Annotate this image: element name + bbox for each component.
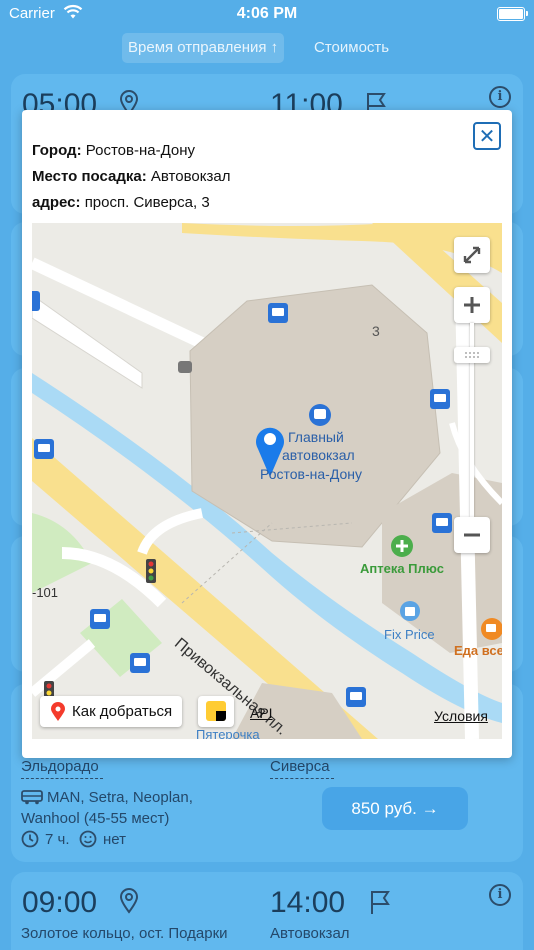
trip-duration: 7 ч. — [45, 831, 70, 848]
sort-departure-button[interactable]: Время отправления ↑ — [122, 33, 285, 63]
building-number: 3 — [372, 323, 380, 339]
zoom-in-button[interactable] — [454, 287, 490, 323]
place-line: Место посадка: Автовокзал — [32, 168, 230, 185]
address-value: просп. Сиверса, 3 — [84, 194, 210, 211]
shop-label: Пятерочка — [196, 727, 260, 739]
info-icon[interactable]: i — [489, 86, 511, 108]
station-name-line3: Ростов-на-Дону — [260, 466, 362, 482]
station-name-line2: автовокзал — [282, 447, 355, 463]
smile-icon — [79, 830, 97, 853]
zoom-out-button[interactable] — [454, 517, 490, 553]
bus-icon — [21, 789, 43, 810]
terms-link[interactable]: Условия — [434, 708, 488, 724]
sort-price-button[interactable]: Стоимость — [308, 33, 395, 63]
route-button[interactable]: Как добраться — [40, 696, 183, 727]
arrive-stop: Автовокзал — [270, 925, 350, 942]
flag-icon — [369, 889, 391, 920]
location-pin-icon — [119, 888, 139, 919]
arrive-stop: Сиверса — [270, 758, 330, 775]
api-link[interactable]: API — [250, 705, 273, 721]
location-modal: ✕ Город: Ростов-на-Дону Место посадка: А… — [22, 110, 512, 758]
battery-icon — [497, 7, 528, 21]
address-label: адрес: — [32, 194, 81, 211]
info-icon[interactable]: i — [489, 884, 511, 906]
extra-services: нет — [103, 831, 126, 848]
road-number-label: -101 — [32, 585, 59, 600]
pharmacy-label: Аптека Плюс — [360, 561, 444, 576]
depart-stop: Золотое кольцо, ост. Подарки — [21, 925, 228, 942]
bus-models: MAN, Setra, Neoplan, — [47, 789, 193, 806]
city-line: Город: Ростов-на-Дону — [32, 142, 195, 159]
close-icon: ✕ — [478, 124, 496, 148]
fixprice-label: Fix Price — [384, 627, 435, 642]
price-button[interactable]: 850 руб. → — [322, 787, 468, 830]
place-value: Автовокзал — [150, 168, 231, 185]
cafe-label: Еда все — [454, 643, 502, 658]
close-button[interactable]: ✕ — [473, 122, 501, 150]
yandex-logo-icon[interactable] — [198, 696, 234, 727]
trip-card[interactable]: 09:00 14:00 i Золотое кольцо, ост. Подар… — [11, 872, 523, 950]
clock-icon — [21, 830, 39, 853]
arrive-time: 14:00 — [270, 886, 346, 919]
status-time: 4:06 PM — [236, 5, 298, 22]
zoom-slider-handle[interactable] — [454, 347, 490, 363]
status-bar: Carrier 4:06 PM — [0, 0, 534, 30]
place-label: Место посадка: — [32, 168, 147, 185]
city-label: Город: — [32, 142, 82, 159]
sort-bar: Время отправления ↑ Стоимость — [0, 33, 534, 63]
station-name-line1: Главный — [288, 429, 344, 445]
depart-stop: Эльдорадо — [21, 758, 99, 775]
address-line: адрес: просп. Сиверса, 3 — [32, 194, 210, 211]
depart-time: 09:00 — [22, 886, 98, 919]
map-view[interactable]: 3 Главный автовокзал Ростов-на-Дону Апте… — [32, 223, 502, 739]
city-value: Ростов-на-Дону — [85, 142, 196, 159]
fullscreen-button[interactable] — [454, 237, 490, 273]
bus-models-continued: Wanhool (45-55 мест) — [21, 810, 170, 827]
route-button-label: Как добраться — [72, 703, 173, 720]
